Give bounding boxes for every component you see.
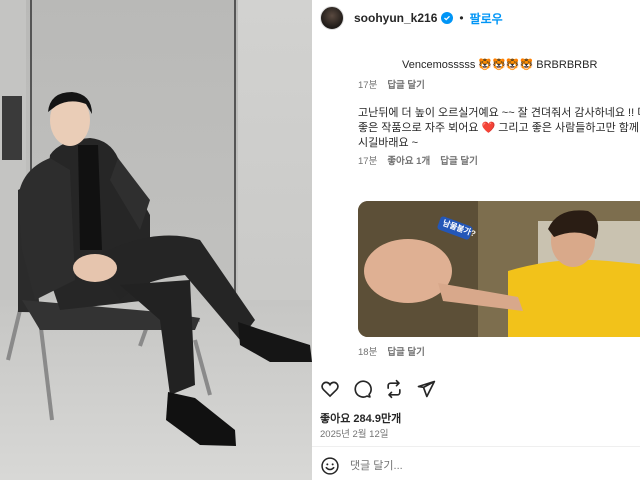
comment-meta: 17분 좋아요 1개 답글 달기 [358, 153, 478, 167]
username-link[interactable]: soohyun_k216 [354, 11, 437, 25]
repost-icon[interactable] [384, 379, 404, 399]
seated-man-illustration [6, 92, 312, 446]
header-separator: • [459, 11, 464, 25]
avatar[interactable] [320, 6, 344, 30]
likes-count[interactable]: 좋아요 284.9만개 [320, 410, 401, 426]
comment-meta: 17분 답글 달기 [358, 77, 425, 91]
verified-badge-icon [441, 12, 454, 24]
comment-likes[interactable]: 좋아요 1개 [387, 156, 430, 167]
follow-button[interactable]: 팔로우 [470, 10, 503, 27]
smiley-icon[interactable] [320, 456, 340, 476]
add-comment-bar [312, 452, 640, 480]
send-icon[interactable] [416, 379, 436, 399]
comment-text: 고난뒤에 더 높이 오르실거예요 ~~ 잘 견뎌줘서 감사하네요 !! 더 좋은… [358, 107, 640, 149]
heart-icon[interactable] [320, 379, 340, 399]
comment-image[interactable]: 남물불가? [358, 201, 640, 337]
post-date[interactable]: 2025년 2월 12일 [320, 426, 388, 440]
comment-time[interactable]: 18분 [358, 347, 377, 358]
comment-time[interactable]: 17분 [358, 80, 377, 91]
comment-meta: 18분 답글 달기 [358, 344, 425, 358]
post-actions [312, 377, 640, 401]
comment-text: Vencemosssss 🐯🐯🐯🐯 BRBRBRBR [402, 59, 598, 71]
post-header: soohyun_k216 • 팔로우 [312, 0, 640, 36]
comment-image-illustration [358, 201, 640, 337]
post-photo [0, 0, 312, 480]
comment-time[interactable]: 17분 [358, 156, 377, 167]
comment-input[interactable] [350, 460, 620, 472]
divider [312, 446, 640, 447]
comment-icon[interactable] [352, 379, 372, 399]
reply-button[interactable]: 답글 달기 [387, 80, 425, 91]
reply-button[interactable]: 답글 달기 [387, 347, 425, 358]
reply-button[interactable]: 답글 달기 [440, 156, 478, 167]
post-sidebar: soohyun_k216 • 팔로우 Vencemosssss 🐯🐯🐯🐯 BRB… [312, 0, 640, 480]
